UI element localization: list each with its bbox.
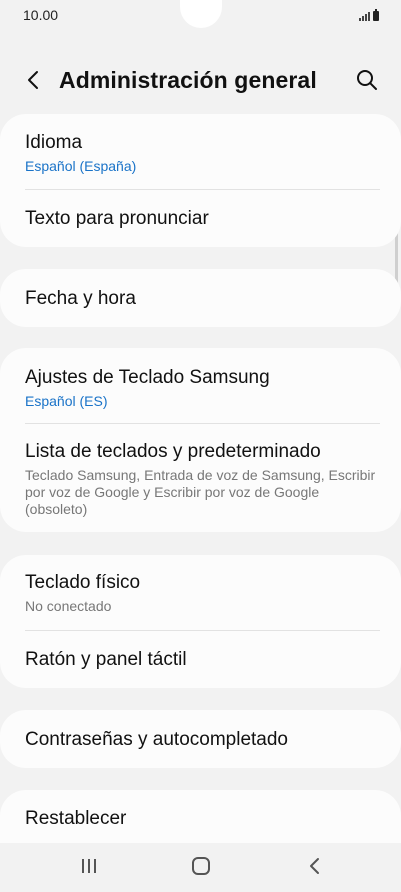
status-time: 10.00	[23, 7, 59, 23]
setting-label: Ratón y panel táctil	[25, 649, 187, 670]
setting-label: Texto para pronunciar	[25, 208, 209, 229]
setting-texto-para-pronunciar[interactable]: Texto para pronunciar	[25, 208, 381, 230]
setting-label: Lista de teclados y predeterminado	[25, 441, 321, 462]
setting-restablecer[interactable]: Restablecer	[25, 808, 381, 830]
system-icons	[359, 9, 379, 21]
status-bar: 10.00	[0, 0, 401, 30]
settings-group-passwords: Contraseñas y autocompletado	[0, 710, 401, 768]
settings-group-language: Idioma Español (España) Texto para pronu…	[0, 114, 401, 247]
setting-ajustes-teclado-samsung[interactable]: Ajustes de Teclado Samsung Español (ES)	[25, 367, 381, 409]
setting-lista-de-teclados[interactable]: Lista de teclados y predeterminado Tecla…	[25, 441, 381, 518]
setting-label: Restablecer	[25, 808, 127, 829]
camera-notch	[180, 0, 222, 28]
divider	[25, 630, 380, 631]
page-title: Administración general	[59, 67, 317, 93]
settings-group-input-devices: Teclado físico No conectado Ratón y pane…	[0, 555, 401, 688]
setting-label: Ajustes de Teclado Samsung	[25, 367, 270, 388]
signal-icon	[359, 11, 370, 21]
setting-label: Fecha y hora	[25, 288, 136, 309]
divider	[25, 423, 380, 424]
setting-idioma[interactable]: Idioma Español (España)	[25, 132, 381, 174]
nav-back-icon[interactable]	[306, 857, 324, 875]
setting-fecha-y-hora[interactable]: Fecha y hora	[25, 288, 381, 310]
setting-label: Idioma	[25, 132, 83, 153]
recent-apps-icon[interactable]	[80, 857, 98, 875]
setting-raton-y-panel-tactil[interactable]: Ratón y panel táctil	[25, 649, 381, 671]
settings-group-keyboard: Ajustes de Teclado Samsung Español (ES) …	[0, 348, 401, 532]
setting-contrasenas[interactable]: Contraseñas y autocompletado	[25, 729, 381, 751]
settings-group-date: Fecha y hora	[0, 269, 401, 327]
search-icon[interactable]	[355, 68, 379, 92]
setting-label: Contraseñas y autocompletado	[25, 729, 288, 750]
navigation-bar	[0, 843, 401, 892]
app-header: Administración general	[0, 58, 401, 104]
back-arrow-icon[interactable]	[22, 68, 46, 92]
setting-value: Español (ES)	[25, 393, 108, 409]
home-icon[interactable]	[192, 857, 210, 875]
setting-label: Teclado físico	[25, 572, 141, 593]
setting-description: Teclado Samsung, Entrada de voz de Samsu…	[25, 467, 376, 517]
divider	[25, 189, 380, 190]
setting-value: No conectado	[25, 598, 112, 614]
setting-teclado-fisico[interactable]: Teclado físico No conectado	[25, 572, 381, 615]
setting-value: Español (España)	[25, 158, 137, 174]
battery-icon	[373, 9, 379, 21]
